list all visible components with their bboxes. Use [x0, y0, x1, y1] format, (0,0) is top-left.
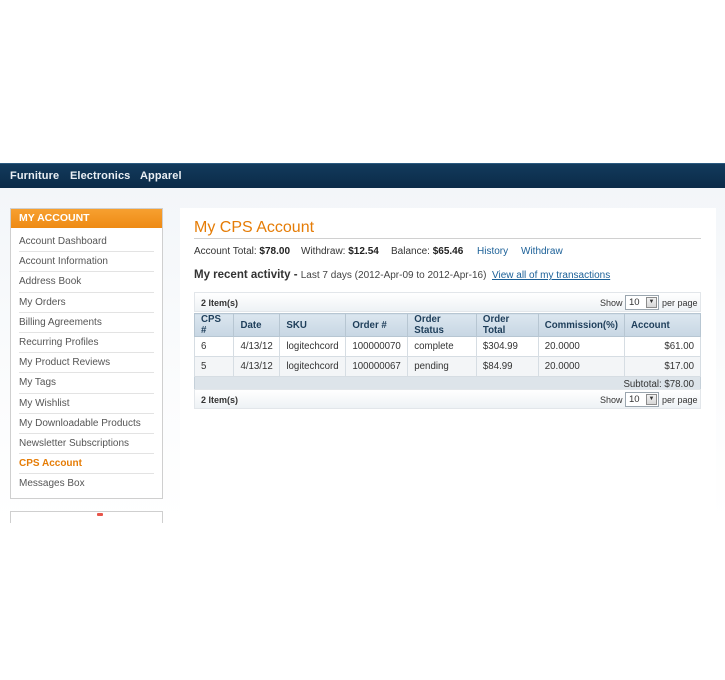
cell-sku: logitechcord	[279, 336, 347, 357]
balance-label: Balance:	[391, 246, 430, 257]
sidebar-secondary-block	[10, 511, 163, 523]
nav-item-electronics[interactable]: Electronics	[70, 170, 130, 182]
column-header-order-status[interactable]: Order Status	[407, 313, 477, 337]
sidebar-item-my-product-reviews[interactable]: My Product Reviews	[19, 353, 154, 374]
column-header-account[interactable]: Account	[623, 313, 702, 337]
account-total-value: $78.00	[259, 246, 291, 257]
transactions-table: CPS # Date SKU Order # Order Status Orde…	[193, 313, 702, 393]
chevron-down-icon[interactable]: ▼	[646, 297, 657, 308]
activity-separator: -	[290, 269, 301, 281]
recent-activity-heading: My recent activity	[194, 269, 291, 281]
sidebar-item-my-tags[interactable]: My Tags	[19, 373, 154, 394]
column-header-cps[interactable]: CPS #	[193, 313, 235, 337]
withdraw-value: $12.54	[348, 246, 379, 257]
account-total-label: Account Total:	[194, 246, 257, 257]
per-page-value: 10	[629, 394, 640, 405]
balance-summary: Balance: $65.46	[391, 246, 463, 257]
nav-item-apparel[interactable]: Apparel	[140, 170, 182, 182]
cell-account: $17.00	[623, 356, 702, 377]
account-sidebar: My Account Account Dashboard Account Inf…	[10, 208, 163, 499]
cell-order-number: 100000070	[345, 336, 409, 357]
chevron-down-icon[interactable]: ▼	[646, 394, 657, 405]
cell-order-status: pending	[407, 356, 477, 377]
title-divider	[194, 238, 701, 239]
recent-activity-header: My recent activity - Last 7 days (2012-A…	[194, 269, 610, 281]
sidebar-item-recurring-profiles[interactable]: Recurring Profiles	[19, 333, 154, 354]
per-page-select[interactable]: 10 ▼	[625, 295, 659, 310]
per-page-label: per page	[662, 395, 698, 405]
sidebar-item-newsletter-subscriptions[interactable]: Newsletter Subscriptions	[19, 434, 154, 455]
show-label: Show	[600, 395, 623, 405]
cell-cps: 6	[193, 336, 235, 357]
per-page-label: per page	[662, 298, 698, 308]
sidebar-item-address-book[interactable]: Address Book	[19, 272, 154, 293]
pager-bottom: 2 Item(s) Show 10 ▼ per page	[194, 389, 701, 409]
sidebar-title: My Account	[11, 209, 162, 228]
per-page-select[interactable]: 10 ▼	[625, 392, 659, 407]
cell-order-total: $304.99	[475, 336, 539, 357]
table-row: 6 4/13/12 logitechcord 100000070 complet…	[193, 336, 702, 357]
cell-order-status: complete	[407, 336, 477, 357]
cell-date: 4/13/12	[233, 356, 281, 377]
activity-date-range: Last 7 days (2012-Apr-09 to 2012-Apr-16)	[300, 270, 487, 281]
cell-cps: 5	[193, 356, 235, 377]
cell-date: 4/13/12	[233, 336, 281, 357]
sidebar-item-account-information[interactable]: Account Information	[19, 252, 154, 273]
cell-order-number: 100000067	[345, 356, 409, 377]
item-count: 2 Item(s)	[201, 298, 239, 308]
column-header-order-total[interactable]: Order Total	[475, 313, 539, 337]
balance-value: $65.46	[432, 246, 464, 257]
cell-account: $61.00	[623, 336, 702, 357]
table-row: 5 4/13/12 logitechcord 100000067 pending…	[193, 356, 702, 377]
cell-sku: logitechcord	[279, 356, 347, 377]
column-header-order-number[interactable]: Order #	[345, 313, 409, 337]
sidebar-item-my-wishlist[interactable]: My Wishlist	[19, 394, 154, 414]
show-label: Show	[600, 298, 623, 308]
column-header-commission[interactable]: Commission(%)	[537, 313, 625, 337]
history-link[interactable]: History	[477, 246, 508, 257]
sidebar-item-my-orders[interactable]: My Orders	[19, 293, 154, 313]
top-navigation: Furniture Electronics Apparel	[0, 163, 725, 188]
sidebar-item-my-downloadable-products[interactable]: My Downloadable Products	[19, 414, 154, 434]
page-title: My CPS Account	[194, 219, 315, 236]
block-decoration-icon	[97, 513, 103, 516]
withdraw-label: Withdraw:	[301, 246, 346, 257]
sidebar-item-messages-box[interactable]: Messages Box	[19, 474, 154, 494]
account-total: Account Total: $78.00	[194, 246, 290, 257]
pager-top: 2 Item(s) Show 10 ▼ per page	[194, 292, 701, 312]
cell-commission: 20.0000	[537, 336, 625, 357]
main-content: My CPS Account Account Total: $78.00 Wit…	[180, 208, 716, 523]
cell-commission: 20.0000	[537, 356, 625, 377]
sidebar-item-account-dashboard[interactable]: Account Dashboard	[19, 232, 154, 253]
withdraw-summary: Withdraw: $12.54	[301, 246, 379, 257]
table-header-row: CPS # Date SKU Order # Order Status Orde…	[193, 313, 702, 337]
column-header-date[interactable]: Date	[233, 313, 281, 337]
nav-item-furniture[interactable]: Furniture	[10, 170, 59, 182]
view-all-transactions-link[interactable]: View all of my transactions	[492, 270, 610, 281]
sidebar-menu: Account Dashboard Account Information Ad…	[11, 228, 162, 494]
cell-order-total: $84.99	[475, 356, 539, 377]
sidebar-item-cps-account[interactable]: CPS Account	[19, 454, 154, 475]
sidebar-item-billing-agreements[interactable]: Billing Agreements	[19, 313, 154, 333]
per-page-value: 10	[629, 297, 640, 308]
item-count: 2 Item(s)	[201, 395, 239, 405]
withdraw-link[interactable]: Withdraw	[521, 246, 563, 257]
column-header-sku[interactable]: SKU	[279, 313, 347, 337]
